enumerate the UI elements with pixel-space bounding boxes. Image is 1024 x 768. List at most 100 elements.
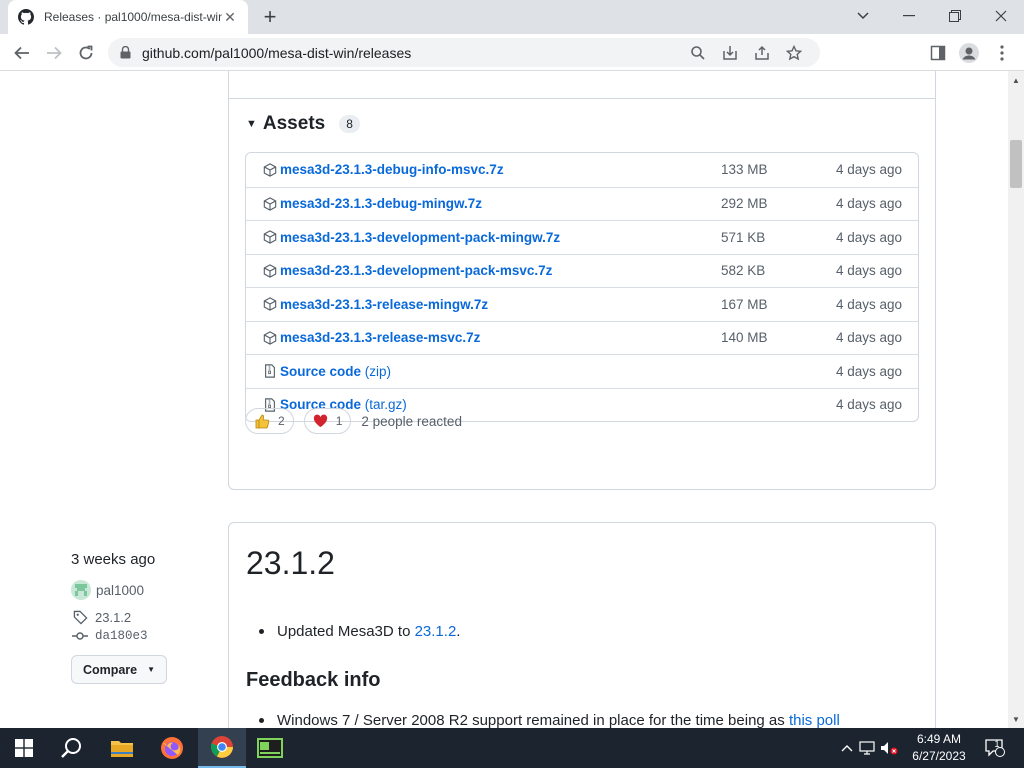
windows-logo-icon [15, 739, 33, 757]
asset-link[interactable]: mesa3d-23.1.3-development-pack-msvc.7z [280, 263, 552, 278]
release-card-23-1-2: 23.1.2 Updated Mesa3D to 23.1.2. Feedbac… [228, 522, 936, 728]
compare-button[interactable]: Compare ▼ [71, 655, 167, 684]
asset-size: 292 MB [721, 196, 768, 212]
scrollbar-thumb[interactable] [1010, 140, 1022, 188]
asset-link[interactable]: mesa3d-23.1.3-debug-info-msvc.7z [280, 162, 504, 177]
package-icon [262, 229, 278, 245]
browser-tab[interactable]: Releases · pal1000/mesa-dist-win ✕ [8, 0, 248, 34]
bullet-dot [259, 718, 264, 723]
restore-icon [949, 10, 961, 22]
bookmark-star-icon[interactable] [778, 39, 810, 67]
volume-muted-icon[interactable] [878, 741, 900, 755]
install-app-icon[interactable] [714, 39, 746, 67]
heart-reaction-button[interactable]: 1 [303, 408, 352, 434]
asset-date: 4 days ago [835, 162, 902, 178]
asset-size: 133 MB [721, 162, 768, 178]
scroll-up-arrow-icon[interactable]: ▲ [1008, 73, 1024, 87]
clock-date: 6/27/2023 [912, 749, 966, 763]
bullet-dot [259, 629, 264, 634]
release-sidebar: 3 weeks ago pal1000 23.1.2 da180e3 Compa… [71, 551, 167, 684]
reload-button[interactable] [72, 39, 100, 67]
source-code-zip-link[interactable]: Source code (zip) [280, 364, 391, 379]
chrome-button[interactable] [198, 728, 246, 768]
restore-button[interactable] [932, 0, 978, 32]
file-explorer-button[interactable] [98, 728, 146, 768]
url-text[interactable]: github.com/pal1000/mesa-dist-win/release… [142, 45, 682, 61]
feedback-heading: Feedback info [246, 669, 381, 691]
avatar [71, 580, 91, 600]
release-note-text: Updated Mesa3D to 23.1.2. [277, 623, 461, 640]
asset-date: 4 days ago [835, 330, 902, 346]
assets-title: Assets [262, 113, 326, 134]
start-button[interactable] [0, 728, 48, 768]
browser-toolbar: github.com/pal1000/mesa-dist-win/release… [0, 34, 1024, 71]
search-icon[interactable] [682, 39, 714, 67]
tag-name[interactable]: 23.1.2 [95, 610, 131, 625]
close-window-button[interactable] [978, 0, 1024, 32]
release-title[interactable]: 23.1.2 [246, 545, 335, 582]
release-card-latest: ▼ Assets 8 mesa3d-23.1.3-debug-info-msvc… [228, 71, 936, 490]
github-icon [18, 9, 34, 25]
taskbar-clock[interactable]: 6:49 AM 6/27/2023 [906, 731, 972, 765]
asset-link[interactable]: mesa3d-23.1.3-development-pack-mingw.7z [280, 230, 560, 245]
side-panel-icon[interactable] [924, 39, 952, 67]
page-scrollbar[interactable]: ▲ ▼ [1008, 71, 1024, 728]
asset-date: 4 days ago [835, 263, 902, 279]
release-time: 3 weeks ago [71, 551, 156, 568]
minimize-button[interactable] [886, 0, 932, 32]
thumbs-up-reaction-button[interactable]: 2 [245, 408, 294, 434]
forward-button[interactable] [40, 39, 68, 67]
asset-date: 4 days ago [835, 296, 902, 312]
release-note-item: Updated Mesa3D to 23.1.2. [259, 623, 460, 640]
tag-icon [71, 610, 89, 625]
commit-sha[interactable]: da180e3 [95, 629, 148, 643]
asset-date: 4 days ago [835, 229, 902, 245]
taskbar-search-button[interactable] [48, 728, 96, 768]
profile-avatar-icon[interactable] [955, 39, 983, 67]
version-link[interactable]: 23.1.2 [415, 623, 457, 640]
feedback-text: Windows 7 / Server 2008 R2 support remai… [277, 712, 840, 728]
scroll-down-arrow-icon[interactable]: ▼ [1008, 712, 1024, 726]
asset-link[interactable]: mesa3d-23.1.3-debug-mingw.7z [280, 196, 482, 211]
tab-search-button[interactable] [840, 0, 886, 32]
network-icon[interactable] [856, 741, 878, 755]
system-tray [838, 728, 900, 768]
firefox-button[interactable] [148, 728, 196, 768]
asset-size: 571 KB [721, 229, 766, 245]
compare-label: Compare [82, 662, 138, 677]
package-icon [262, 196, 278, 212]
kebab-menu-icon[interactable] [988, 39, 1016, 67]
asset-size: 582 KB [721, 263, 766, 279]
close-tab-icon[interactable]: ✕ [222, 9, 238, 25]
author-name[interactable]: pal1000 [96, 583, 144, 598]
release-tag[interactable]: 23.1.2 [71, 610, 167, 625]
reactions-bar: 2 1 2 people reacted [245, 408, 462, 434]
chevron-up-icon[interactable] [838, 744, 856, 752]
asset-row: mesa3d-23.1.3-development-pack-msvc.7z 5… [246, 253, 918, 288]
asset-link[interactable]: mesa3d-23.1.3-release-msvc.7z [280, 330, 480, 345]
asset-row: mesa3d-23.1.3-debug-info-msvc.7z 133 MB … [246, 153, 918, 187]
close-icon [995, 10, 1007, 22]
notification-count: 1 [994, 739, 1000, 749]
assets-toggle[interactable]: ▼ Assets 8 [246, 113, 360, 135]
poll-link[interactable]: this poll [789, 712, 840, 728]
tab-strip: Releases · pal1000/mesa-dist-win ✕ + [0, 0, 1024, 34]
new-tab-button[interactable]: + [258, 6, 282, 28]
clock-time: 6:49 AM [916, 732, 962, 746]
lock-icon[interactable] [118, 46, 132, 60]
chrome-icon [211, 736, 233, 758]
share-icon[interactable] [746, 39, 778, 67]
asset-date: 4 days ago [835, 397, 902, 413]
thumbs-up-count: 2 [278, 414, 285, 428]
release-commit[interactable]: da180e3 [71, 629, 167, 643]
package-icon [262, 296, 278, 312]
terminal-app-button[interactable] [246, 728, 294, 768]
action-center-button[interactable]: 1 [980, 728, 1010, 768]
asset-size: 140 MB [721, 330, 768, 346]
release-author[interactable]: pal1000 [71, 580, 167, 600]
reactions-summary: 2 people reacted [361, 413, 462, 429]
back-button[interactable] [8, 39, 36, 67]
asset-link[interactable]: mesa3d-23.1.3-release-mingw.7z [280, 297, 488, 312]
assets-count-badge: 8 [339, 115, 360, 133]
address-bar[interactable]: github.com/pal1000/mesa-dist-win/release… [108, 38, 820, 67]
